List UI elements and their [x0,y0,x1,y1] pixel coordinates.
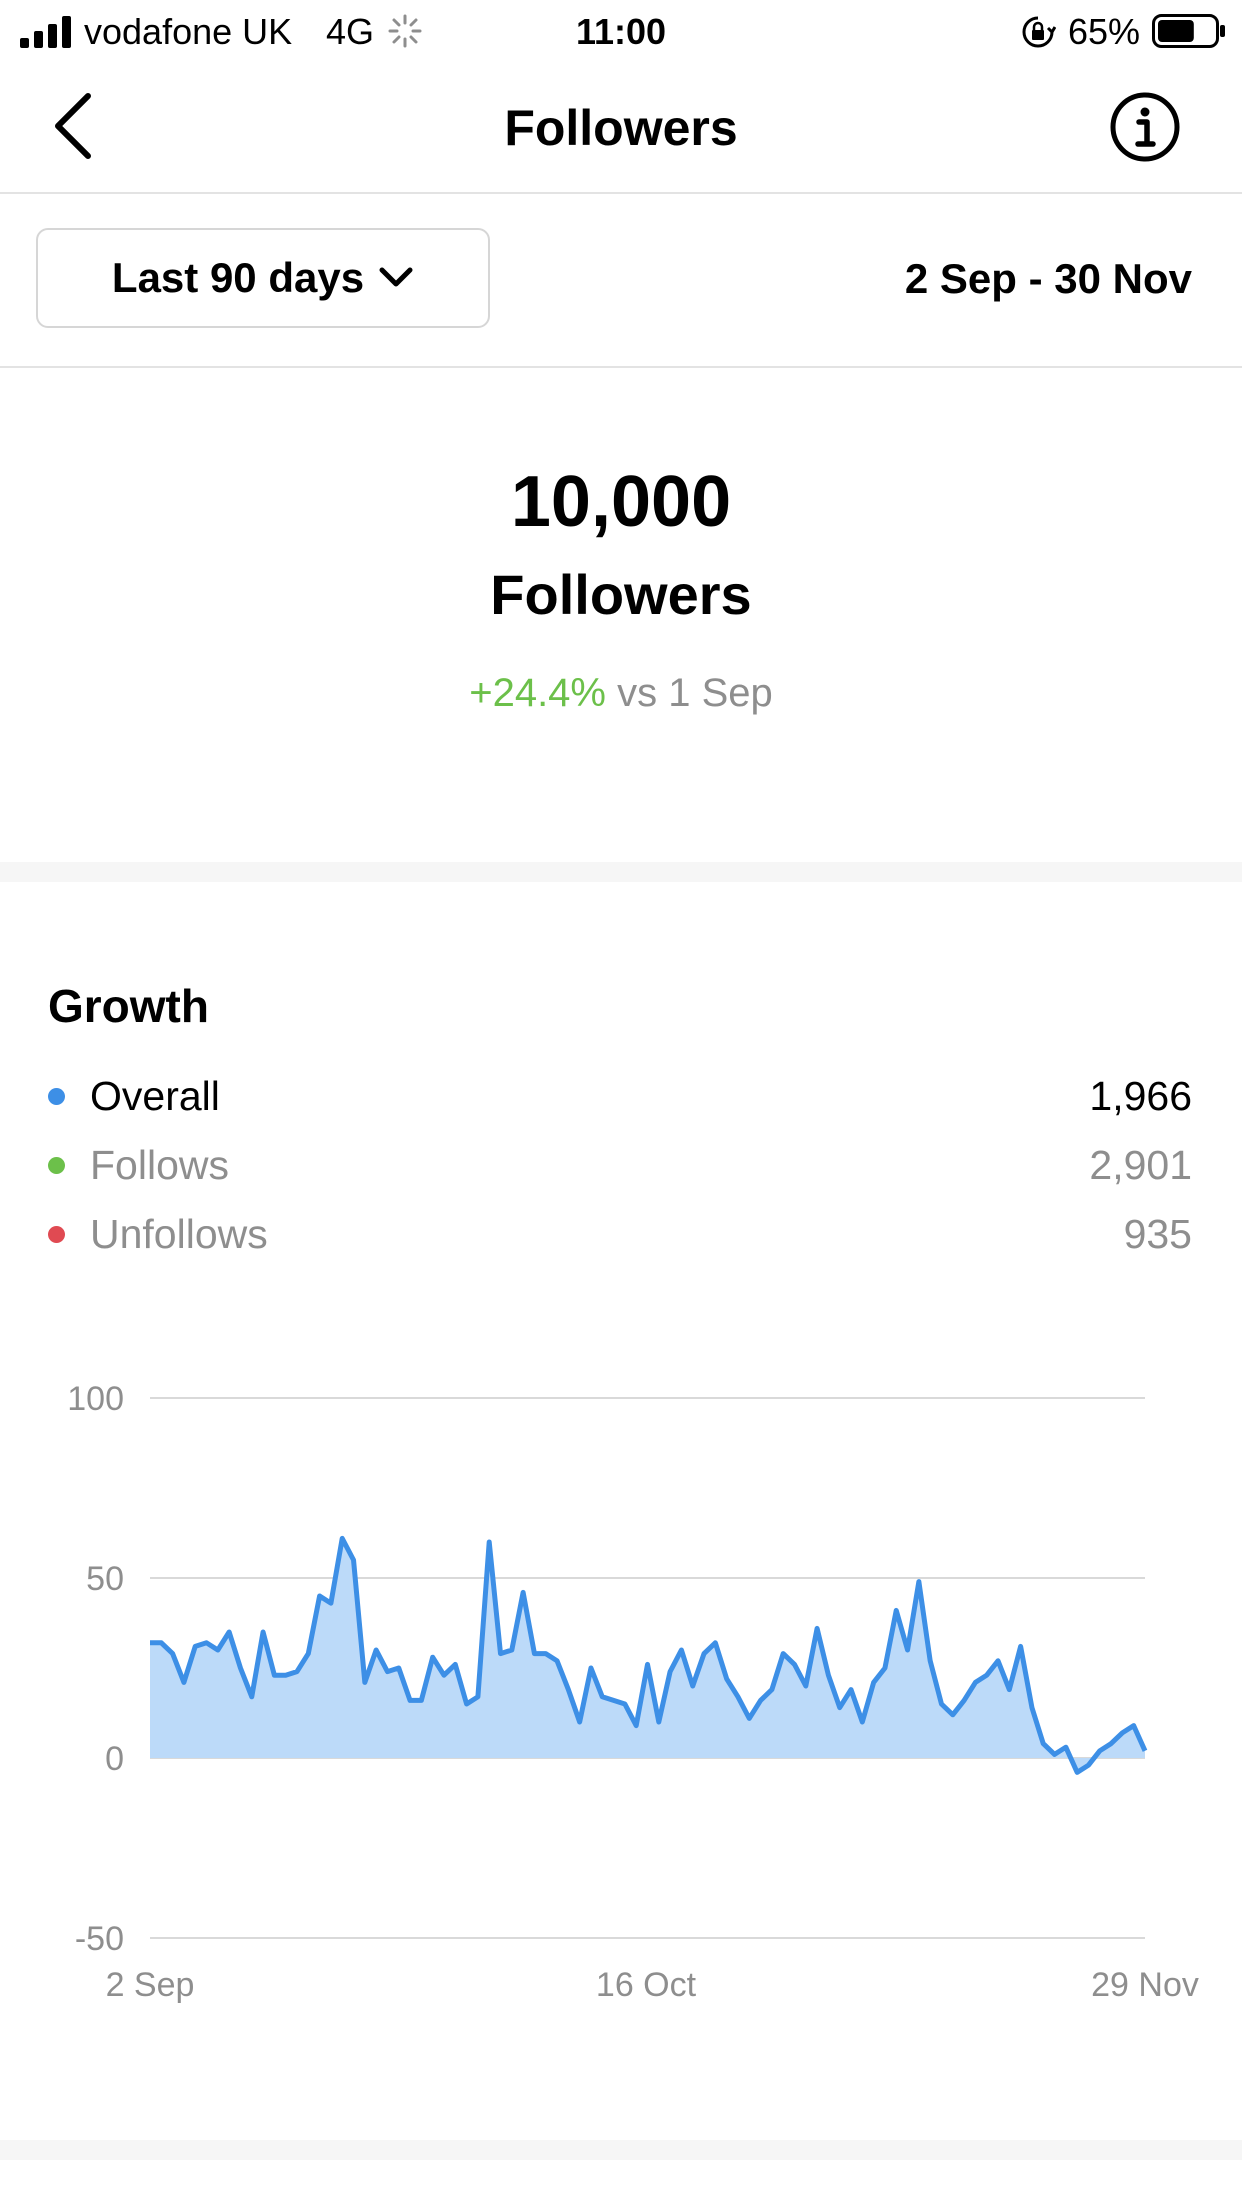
section-divider-bottom [0,2140,1242,2160]
info-button[interactable] [1108,90,1182,164]
followers-change: +24.4% vs 1 Sep [0,668,1242,718]
chevron-down-icon [379,267,413,287]
legend-unfollows: Unfollows 935 [48,1206,1192,1262]
legend-dot-follows [48,1157,65,1174]
growth-title: Growth [48,980,209,1032]
legend-overall: Overall 1,966 [48,1068,1192,1124]
battery-icon [1152,14,1225,48]
legend-label-overall: Overall [90,1073,220,1119]
x-tick-label: 29 Nov [1091,1966,1199,2004]
legend-label-unfollows: Unfollows [90,1211,268,1257]
change-reference: vs 1 Sep [617,671,773,715]
date-range-selected: Last 90 days [111,254,365,301]
page-title: Followers [504,100,738,156]
legend-dot-overall [48,1088,65,1105]
followers-count: 10,000 [510,462,732,542]
status-bar: vodafone UK 4G 11:00 65% [0,0,1242,64]
section-divider [0,862,1242,882]
area-fill [150,1538,1145,1773]
x-tick-label: 16 Oct [596,1966,697,2004]
nav-bar: Followers [0,64,1242,194]
legend-value-unfollows: 935 [1123,1211,1192,1257]
followers-label: Followers [490,563,752,626]
legend-follows: Follows 2,901 [48,1137,1192,1193]
date-filter-row: Last 90 days 2 Sep - 30 Nov [0,194,1242,368]
y-tick-label: 0 [105,1740,124,1778]
legend-dot-unfollows [48,1226,65,1243]
y-tick-label: -50 [75,1920,124,1958]
date-range-dropdown[interactable]: Last 90 days [36,228,490,328]
legend-label-follows: Follows [90,1142,229,1188]
growth-chart: 100 50 0 -50 2 Sep 16 Oct 29 Nov [67,1380,1199,2004]
change-percent: +24.4% [469,671,606,715]
lock-rotation-icon [1022,16,1056,48]
y-tick-label: 50 [86,1560,124,1598]
info-icon [1110,92,1180,162]
legend-value-follows: 2,901 [1089,1142,1192,1188]
x-tick-label: 2 Sep [106,1966,195,2004]
date-range-text: 2 Sep - 30 Nov [904,255,1192,302]
y-tick-label: 100 [67,1380,124,1418]
battery-percent: 65% [1068,11,1141,52]
legend-value-overall: 1,966 [1089,1073,1192,1119]
